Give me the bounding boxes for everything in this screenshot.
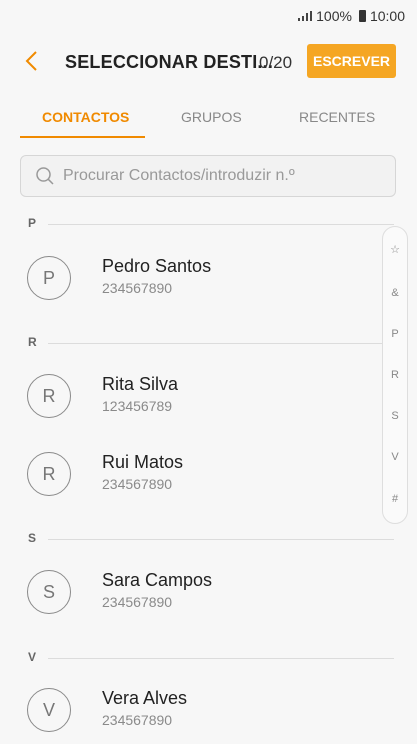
active-tab-indicator: [20, 136, 145, 138]
contact-item[interactable]: R Rui Matos 234567890: [0, 438, 380, 508]
battery-percentage: 100%: [316, 8, 352, 24]
avatar: R: [27, 452, 71, 496]
tab-recent[interactable]: RECENTES: [299, 109, 375, 125]
contact-item[interactable]: P Pedro Santos 234567890: [0, 242, 380, 312]
write-button[interactable]: ESCREVER: [307, 44, 396, 78]
avatar: P: [27, 256, 71, 300]
avatar: R: [27, 374, 71, 418]
contact-name: Rui Matos: [102, 452, 184, 472]
search-icon: [36, 167, 54, 185]
avatar: V: [27, 688, 71, 732]
contact-name: Vera Alves: [102, 688, 188, 708]
index-letter-r[interactable]: R: [383, 369, 407, 381]
back-arrow-icon[interactable]: [24, 50, 38, 72]
index-symbol[interactable]: &: [383, 287, 407, 299]
index-letter-s[interactable]: S: [383, 410, 407, 422]
contact-number: 234567890: [102, 280, 173, 296]
clock: 10:00: [369, 8, 405, 24]
status-bar: 100% 10:00: [0, 0, 417, 32]
search-box[interactable]: [20, 155, 396, 197]
index-letter-v[interactable]: V: [383, 451, 407, 463]
contact-name: Sara Campos: [102, 570, 213, 590]
section-header-v: V: [28, 650, 394, 666]
contact-number: 234567890: [102, 712, 173, 728]
index-letter-p[interactable]: P: [383, 328, 407, 340]
index-favorites[interactable]: ☆: [383, 243, 407, 256]
contact-name: Rita Silva: [102, 374, 179, 394]
search-input[interactable]: [61, 166, 385, 186]
contact-number: 234567890: [102, 594, 173, 610]
page-title: SELECCIONAR DESTI...: [65, 52, 274, 72]
contact-number: 234567890: [102, 476, 173, 492]
alphabet-index-scroller[interactable]: ☆ & P R S V #: [382, 226, 408, 524]
tab-bar: CONTACTOS GRUPOS RECENTES: [20, 100, 396, 140]
contact-number: 123456789: [102, 398, 173, 414]
index-hash[interactable]: #: [383, 493, 407, 505]
signal-icon: [298, 11, 313, 21]
tab-contacts[interactable]: CONTACTOS: [42, 109, 129, 125]
avatar: S: [27, 570, 71, 614]
contact-name: Pedro Santos: [102, 256, 212, 276]
battery-icon: [358, 10, 366, 22]
section-header-r: R: [28, 335, 394, 351]
tab-groups[interactable]: GRUPOS: [181, 109, 242, 125]
section-header-s: S: [28, 531, 394, 547]
contact-item[interactable]: V Vera Alves 234567890: [0, 674, 380, 744]
app-bar: SELECCIONAR DESTI... 0/20 ESCREVER: [0, 44, 417, 80]
contact-item[interactable]: S Sara Campos 234567890: [0, 556, 380, 626]
contact-item[interactable]: R Rita Silva 123456789: [0, 360, 380, 430]
selected-count: 0/20: [259, 53, 293, 72]
section-header-p: P: [28, 216, 394, 232]
